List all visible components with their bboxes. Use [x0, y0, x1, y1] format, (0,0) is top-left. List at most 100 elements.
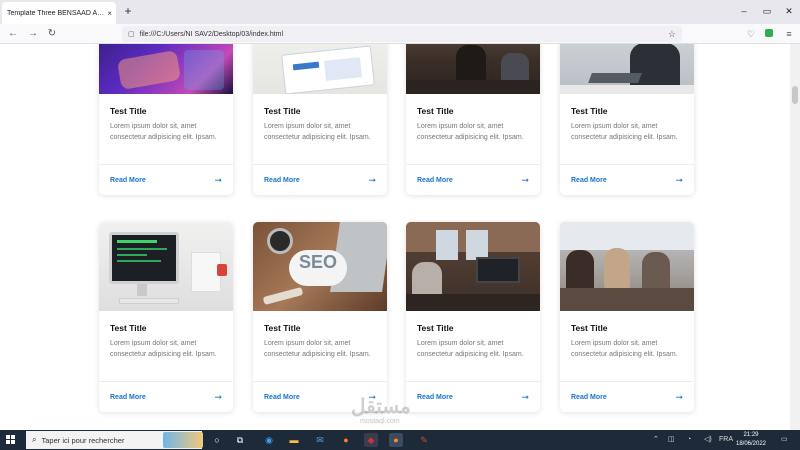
- card-title: Test Title: [571, 106, 608, 116]
- paint-icon[interactable]: ✎: [417, 433, 431, 447]
- firefox-icon[interactable]: ●: [339, 433, 353, 447]
- read-more-link[interactable]: Read More: [417, 394, 453, 401]
- read-more-link[interactable]: Read More: [571, 394, 607, 401]
- clock-time: 21:29: [743, 432, 759, 438]
- reload-icon[interactable]: ↻: [45, 27, 59, 41]
- card-description: Lorem ipsum dolor sit, amet consectetur …: [110, 123, 217, 141]
- card-description: Lorem ipsum dolor sit, amet consectetur …: [264, 340, 371, 358]
- tab-close-icon[interactable]: ×: [107, 9, 112, 18]
- card-image: [560, 44, 694, 94]
- edge-icon[interactable]: ◉: [262, 433, 276, 447]
- arrow-right-icon[interactable]: ➞: [521, 392, 529, 403]
- cortana-icon[interactable]: ○: [210, 433, 224, 447]
- read-more-link[interactable]: Read More: [264, 394, 300, 401]
- watermark-url: mostaql.com: [360, 418, 400, 425]
- wifi-icon[interactable]: ◔: [687, 433, 691, 447]
- arrow-right-icon[interactable]: ➞: [521, 175, 529, 186]
- forward-icon[interactable]: →: [26, 27, 40, 41]
- page-viewport: Test Title Lorem ipsum dolor sit, amet c…: [0, 44, 790, 430]
- network-icon[interactable]: ◫: [668, 433, 675, 447]
- card-title: Test Title: [110, 323, 147, 333]
- clock-date: 18/06/2022: [735, 440, 767, 447]
- system-clock[interactable]: 21:29 18/06/2022: [733, 431, 769, 448]
- card-2: Test Title Lorem ipsum dolor sit, amet c…: [253, 44, 387, 195]
- notification-icon[interactable]: ▭: [781, 433, 788, 447]
- windows-start-icon[interactable]: [6, 435, 16, 445]
- read-more-link[interactable]: Read More: [264, 177, 300, 184]
- card-title: Test Title: [417, 106, 454, 116]
- address-bar[interactable]: ▢ file:///C:/Users/NI SAV2/Desktop/03/in…: [122, 26, 682, 42]
- pocket-icon[interactable]: ♡: [744, 27, 758, 41]
- read-more-link[interactable]: Read More: [417, 177, 453, 184]
- browser-tab-bar: Template Three BENSAAD Abdelha × + – ▭ ✕: [0, 0, 800, 24]
- card-3: Test Title Lorem ipsum dolor sit, amet c…: [406, 44, 540, 195]
- arrow-right-icon[interactable]: ➞: [368, 175, 376, 186]
- page-icon: ▢: [128, 31, 135, 38]
- file-explorer-icon[interactable]: ▬: [287, 433, 301, 447]
- bookmark-star-icon[interactable]: ☆: [668, 29, 676, 40]
- card-description: Lorem ipsum dolor sit, amet consectetur …: [417, 340, 524, 358]
- card-image: SEO: [253, 222, 387, 311]
- watermark-logo: مستقل: [351, 396, 411, 418]
- card-image: [99, 44, 233, 94]
- close-window-icon[interactable]: ✕: [782, 4, 796, 18]
- tab-title: Template Three BENSAAD Abdelha: [7, 9, 105, 17]
- menu-icon[interactable]: ≡: [782, 27, 796, 41]
- read-more-link[interactable]: Read More: [571, 177, 607, 184]
- arrow-right-icon[interactable]: ➞: [675, 175, 683, 186]
- card-image: [560, 222, 694, 311]
- card-image: [253, 44, 387, 94]
- task-view-icon[interactable]: ⧉: [233, 433, 247, 447]
- card-image: [406, 44, 540, 94]
- scrollbar-thumb[interactable]: [792, 86, 798, 104]
- minimize-icon[interactable]: –: [737, 4, 751, 18]
- card-title: Test Title: [417, 323, 454, 333]
- card-1: Test Title Lorem ipsum dolor sit, amet c…: [99, 44, 233, 195]
- card-4: Test Title Lorem ipsum dolor sit, amet c…: [560, 44, 694, 195]
- firefox-active-icon[interactable]: ●: [389, 433, 403, 447]
- arrow-right-icon[interactable]: ➞: [214, 175, 222, 186]
- card-8: Test Title Lorem ipsum dolor sit, amet c…: [560, 222, 694, 412]
- arrow-right-icon[interactable]: ➞: [214, 392, 222, 403]
- read-more-link[interactable]: Read More: [110, 394, 146, 401]
- card-footer: Read More ➞: [560, 164, 694, 195]
- arrow-right-icon[interactable]: ➞: [675, 392, 683, 403]
- card-image: [99, 222, 233, 311]
- tray-chevron-icon[interactable]: ⌃: [653, 433, 659, 447]
- card-footer: Read More ➞: [560, 381, 694, 412]
- extension-icon[interactable]: [765, 29, 773, 37]
- volume-icon[interactable]: ◁): [704, 433, 712, 447]
- card-footer: Read More ➞: [406, 381, 540, 412]
- search-placeholder: Taper ici pour rechercher: [41, 435, 125, 445]
- new-tab-button[interactable]: +: [121, 4, 135, 18]
- card-title: Test Title: [264, 106, 301, 116]
- windows-taskbar: ⌕ Taper ici pour rechercher ○ ⧉ ◉ ▬ ✉ ● …: [0, 430, 800, 450]
- search-icon: ⌕: [32, 435, 37, 444]
- card-description: Lorem ipsum dolor sit, amet consectetur …: [571, 340, 678, 358]
- mail-icon[interactable]: ✉: [313, 433, 327, 447]
- card-footer: Read More ➞: [406, 164, 540, 195]
- card-footer: Read More ➞: [99, 381, 233, 412]
- card-description: Lorem ipsum dolor sit, amet consectetur …: [110, 340, 217, 358]
- page-scrollbar[interactable]: [790, 44, 800, 430]
- app-icon[interactable]: ◆: [364, 433, 378, 447]
- card-image: [406, 222, 540, 311]
- card-5: Test Title Lorem ipsum dolor sit, amet c…: [99, 222, 233, 412]
- card-description: Lorem ipsum dolor sit, amet consectetur …: [417, 123, 524, 141]
- back-icon[interactable]: ←: [6, 27, 20, 41]
- browser-tab[interactable]: Template Three BENSAAD Abdelha ×: [2, 2, 116, 24]
- card-description: Lorem ipsum dolor sit, amet consectetur …: [264, 123, 371, 141]
- card-footer: Read More ➞: [253, 164, 387, 195]
- weather-widget-icon[interactable]: [163, 432, 203, 448]
- card-footer: Read More ➞: [99, 164, 233, 195]
- maximize-icon[interactable]: ▭: [760, 4, 774, 18]
- card-7: Test Title Lorem ipsum dolor sit, amet c…: [406, 222, 540, 412]
- language-indicator[interactable]: FRA: [719, 433, 733, 447]
- card-6: SEO Test Title Lorem ipsum dolor sit, am…: [253, 222, 387, 412]
- card-title: Test Title: [110, 106, 147, 116]
- url-text: file:///C:/Users/NI SAV2/Desktop/03/inde…: [139, 30, 284, 38]
- card-title: Test Title: [571, 323, 608, 333]
- browser-nav-bar: ← → ↻ ▢ file:///C:/Users/NI SAV2/Desktop…: [0, 24, 800, 44]
- read-more-link[interactable]: Read More: [110, 177, 146, 184]
- card-description: Lorem ipsum dolor sit, amet consectetur …: [571, 123, 678, 141]
